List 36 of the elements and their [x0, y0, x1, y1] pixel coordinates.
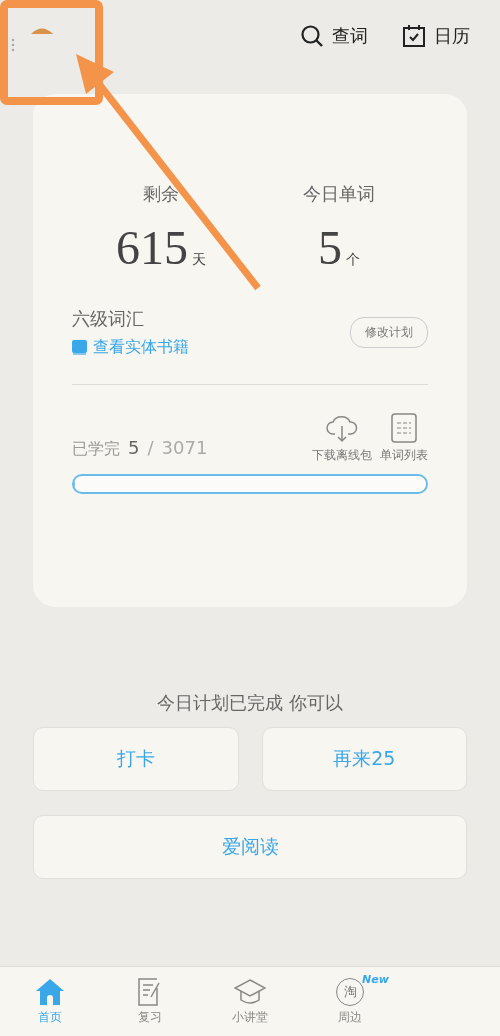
nav-tab[interactable]: 小讲堂: [200, 967, 300, 1036]
progress-separator: /: [147, 437, 154, 458]
stat-label: 今日单词: [303, 182, 375, 206]
nav-tab[interactable]: 首页: [0, 967, 100, 1036]
calendar-button[interactable]: 日历: [402, 24, 470, 48]
option-button[interactable]: 再来25: [261, 727, 467, 791]
search-button[interactable]: 查词: [300, 24, 368, 48]
stat-value: 615: [116, 220, 188, 275]
download-button[interactable]: 下载离线包: [312, 413, 372, 464]
calendar-icon: [402, 24, 426, 48]
option-button[interactable]: 爱阅读: [33, 815, 467, 879]
stat-label: 剩余: [143, 182, 179, 206]
stat-unit: 天: [192, 251, 206, 269]
option-button[interactable]: 打卡: [33, 727, 239, 791]
search-icon: [300, 24, 324, 48]
total-count: 3071: [161, 437, 208, 458]
book-icon: [72, 340, 87, 355]
list-button[interactable]: 单词列表: [380, 413, 428, 464]
list-icon: [391, 413, 417, 443]
book-link[interactable]: 查看实体书籍: [72, 337, 189, 358]
learned-count: 5: [128, 437, 140, 458]
notepad-icon: [137, 977, 163, 1006]
cloud-download-icon: [326, 413, 358, 443]
book-title: 六级词汇: [72, 307, 145, 331]
progress-label: 已学完: [72, 439, 120, 460]
stat-value: 5: [318, 220, 342, 275]
edit-plan-button[interactable]: 修改计划: [350, 317, 428, 348]
stat-unit: 个: [346, 251, 360, 269]
nav-tab[interactable]: 淘 周边 New: [300, 967, 400, 1036]
graduation-cap-icon: [234, 977, 266, 1006]
completion-message: 今日计划已完成 你可以: [156, 691, 344, 715]
home-icon: [35, 977, 65, 1006]
new-label: New: [362, 973, 389, 986]
avatar-icon[interactable]: [30, 26, 54, 34]
nav-tab[interactable]: 复习: [100, 967, 200, 1036]
menu-dots-icon[interactable]: [11, 38, 15, 52]
